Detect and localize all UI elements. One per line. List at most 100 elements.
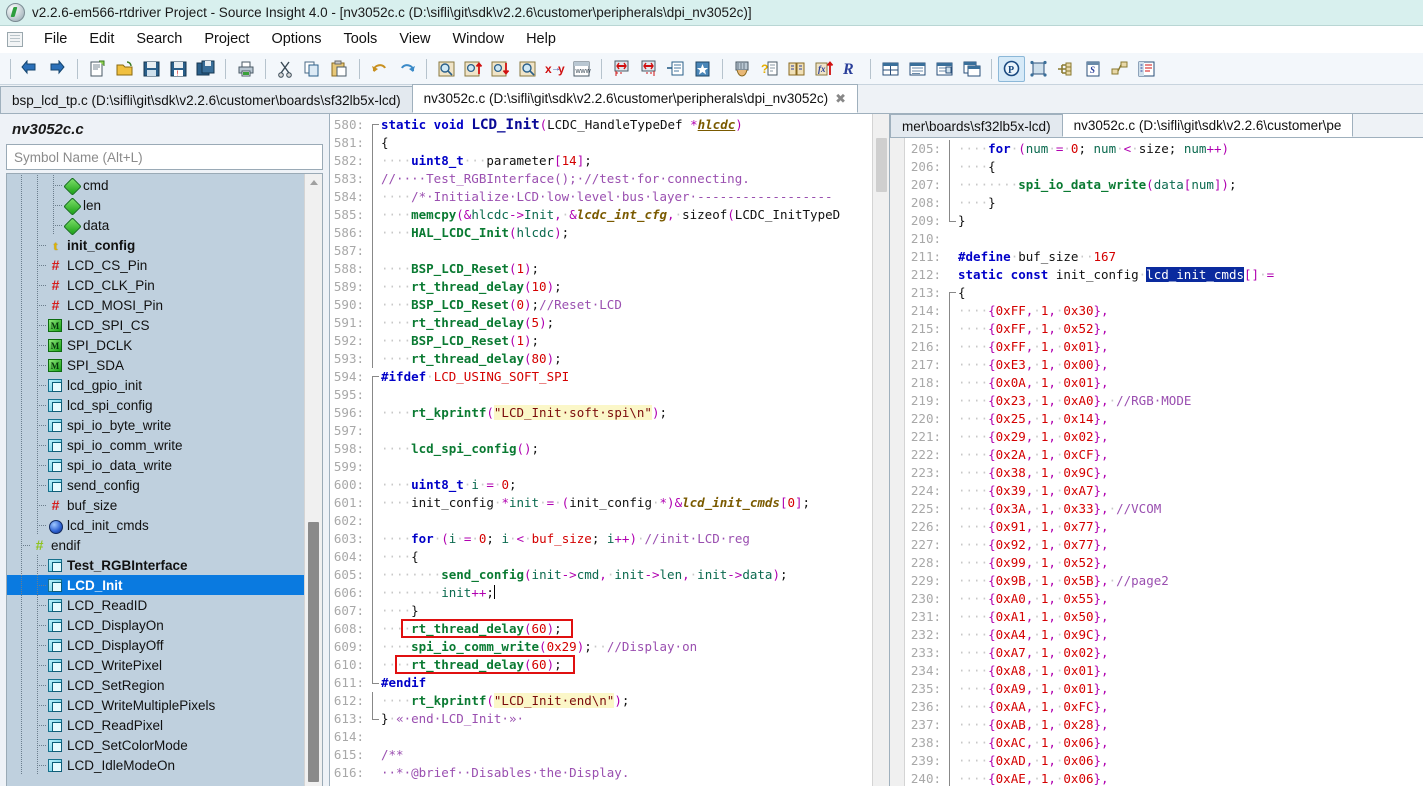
fold-marker[interactable]	[368, 458, 379, 476]
symbol-tree-item-lcd-idlemodeon[interactable]: LCD_IdleModeOn	[7, 755, 304, 775]
code-line[interactable]: ····}	[381, 602, 872, 620]
scrollbar-thumb[interactable]	[876, 138, 887, 192]
fold-marker[interactable]	[945, 302, 956, 320]
duplicate-window-icon[interactable]	[958, 56, 985, 82]
code-folding-column[interactable]	[368, 114, 379, 786]
code-line[interactable]: ········init++;	[381, 584, 872, 602]
code-line[interactable]: }	[958, 212, 1423, 230]
fold-marker[interactable]	[368, 116, 379, 135]
code-line[interactable]: ····{0xFF,·1,·0x30},	[958, 302, 1423, 320]
code-line[interactable]: ····{0x9B,·1,·0x5B},·//page2	[958, 572, 1423, 590]
symbol-tree-item-lcd-readid[interactable]: LCD_ReadID	[7, 595, 304, 615]
reference-icon[interactable]	[783, 56, 810, 82]
code-line[interactable]: ····{0x99,·1,·0x52},	[958, 554, 1423, 572]
fold-marker[interactable]	[945, 158, 956, 176]
code-line[interactable]: #define·buf_size··167	[958, 248, 1423, 266]
code-line[interactable]: ········send_config(init->cmd,·init->len…	[381, 566, 872, 584]
symbol-tree-item-lcd-spi-cs[interactable]: M LCD_SPI_CS	[7, 315, 304, 335]
fold-marker[interactable]	[945, 140, 956, 158]
fold-marker[interactable]	[368, 152, 379, 170]
fold-marker[interactable]	[945, 410, 956, 428]
symbol-tree-item-init-config[interactable]: t init_config	[7, 235, 304, 255]
fold-marker[interactable]	[945, 554, 956, 572]
menu-item-options[interactable]: Options	[260, 29, 332, 49]
code-line[interactable]: ····{0xAD,·1,·0x06},	[958, 752, 1423, 770]
code-line[interactable]: {	[381, 134, 872, 152]
fold-marker[interactable]	[368, 530, 379, 548]
fold-marker[interactable]	[945, 230, 956, 248]
symbol-tree-item-data[interactable]: data	[7, 215, 304, 236]
code-line[interactable]: ····{0x91,·1,·0x77},	[958, 518, 1423, 536]
menu-item-help[interactable]: Help	[515, 29, 567, 49]
fold-marker[interactable]	[945, 212, 956, 230]
fold-marker[interactable]	[368, 548, 379, 566]
code-line[interactable]: ····{0xA4,·1,·0x9C},	[958, 626, 1423, 644]
fold-marker[interactable]	[368, 368, 379, 387]
menu-item-project[interactable]: Project	[193, 29, 260, 49]
scroll-up-arrow-icon[interactable]	[305, 174, 322, 191]
code-line[interactable]	[381, 458, 872, 476]
code-line[interactable]: ····/*·Initialize·LCD·low·level·bus·laye…	[381, 188, 872, 206]
copy-icon[interactable]	[299, 56, 326, 82]
symbol-tree-item-spi-io-byte-write[interactable]: spi_io_byte_write	[7, 415, 304, 435]
fold-marker[interactable]	[368, 728, 379, 746]
code-line[interactable]: ····{	[958, 158, 1423, 176]
fold-marker[interactable]	[945, 662, 956, 680]
code-line[interactable]: ····{0x39,·1,·0xA7},	[958, 482, 1423, 500]
code-line[interactable]: ····lcd_spi_config();	[381, 440, 872, 458]
print-icon[interactable]	[232, 56, 259, 82]
code-line[interactable]	[381, 422, 872, 440]
fold-marker[interactable]	[368, 638, 379, 656]
code-line[interactable]: /**	[381, 746, 872, 764]
tile-vertical-icon[interactable]	[904, 56, 931, 82]
symbol-tree[interactable]: cmd len data t init_config # LCD_CS_Pin # LCD_CL…	[7, 174, 304, 786]
symbol-tree-item-lcd-setregion[interactable]: LCD_SetRegion	[7, 675, 304, 695]
symbol-tree-item-test-rgbinterface[interactable]: Test_RGBInterface	[7, 555, 304, 575]
project-window-icon[interactable]: P	[998, 55, 1025, 82]
fold-marker[interactable]	[368, 206, 379, 224]
code-line[interactable]: ····{0xAC,·1,·0x06},	[958, 734, 1423, 752]
fold-marker[interactable]	[368, 422, 379, 440]
symbol-tree-item-spi-sda[interactable]: M SPI_SDA	[7, 355, 304, 375]
code-line[interactable]: ····BSP_LCD_Reset(0);//Reset·LCD	[381, 296, 872, 314]
search-up-icon[interactable]	[460, 56, 487, 82]
fold-marker[interactable]	[368, 296, 379, 314]
context-help-icon[interactable]: ?	[756, 56, 783, 82]
code-line[interactable]: #ifdef·LCD_USING_SOFT_SPI	[381, 368, 872, 386]
code-folding-column[interactable]	[945, 138, 956, 786]
code-line[interactable]	[958, 230, 1423, 248]
fold-marker[interactable]	[945, 770, 956, 786]
jump-next-icon[interactable]	[635, 56, 662, 82]
fold-marker[interactable]	[368, 242, 379, 260]
replace-icon[interactable]: x → y	[541, 56, 568, 82]
code-line[interactable]: ····rt_kprintf("LCD_Init·soft·spi\n");	[381, 404, 872, 422]
code-line[interactable]: ····rt_thread_delay(80);	[381, 350, 872, 368]
code-line[interactable]: ····{0xAB,·1,·0x28},	[958, 716, 1423, 734]
fold-marker[interactable]	[368, 260, 379, 278]
code-line[interactable]: ····{	[381, 548, 872, 566]
source-links-icon[interactable]: S	[1079, 56, 1106, 82]
search-files-icon[interactable]	[514, 56, 541, 82]
symbol-search-input[interactable]: Symbol Name (Alt+L)	[6, 144, 323, 170]
symbol-tree-item-buf-size[interactable]: # buf_size	[7, 495, 304, 515]
close-icon[interactable]: ✖	[835, 92, 846, 105]
code-line[interactable]: ····{0xA7,·1,·0x02},	[958, 644, 1423, 662]
fold-marker[interactable]	[368, 710, 379, 728]
code-line[interactable]: ····spi_io_comm_write(0x29);··//Display·…	[381, 638, 872, 656]
symbol-tree-item-lcd-writemultiplepixels[interactable]: LCD_WriteMultiplePixels	[7, 695, 304, 715]
tab-bsp-lcd-tp-c[interactable]: bsp_lcd_tp.c (D:\sifli\git\sdk\v2.2.6\cu…	[0, 86, 413, 113]
fold-marker[interactable]	[368, 584, 379, 602]
search-web-icon[interactable]: www	[568, 56, 595, 82]
fold-marker[interactable]	[368, 134, 379, 152]
file-properties-icon[interactable]	[1133, 56, 1160, 82]
code-line[interactable]: ····rt_kprintf("LCD_Init·end\n");	[381, 692, 872, 710]
redo-icon[interactable]	[393, 56, 420, 82]
editor-right-left-scrollbar[interactable]	[890, 138, 905, 786]
code-line[interactable]: ····init_config·*init·=·(init_config·*)&…	[381, 494, 872, 512]
code-line[interactable]: ····{0xAA,·1,·0xFC},	[958, 698, 1423, 716]
symbol-window-icon[interactable]	[1025, 56, 1052, 82]
fold-marker[interactable]	[945, 698, 956, 716]
fold-marker[interactable]	[945, 734, 956, 752]
fold-marker[interactable]	[368, 656, 379, 674]
relation-window-icon[interactable]: R	[837, 56, 864, 82]
